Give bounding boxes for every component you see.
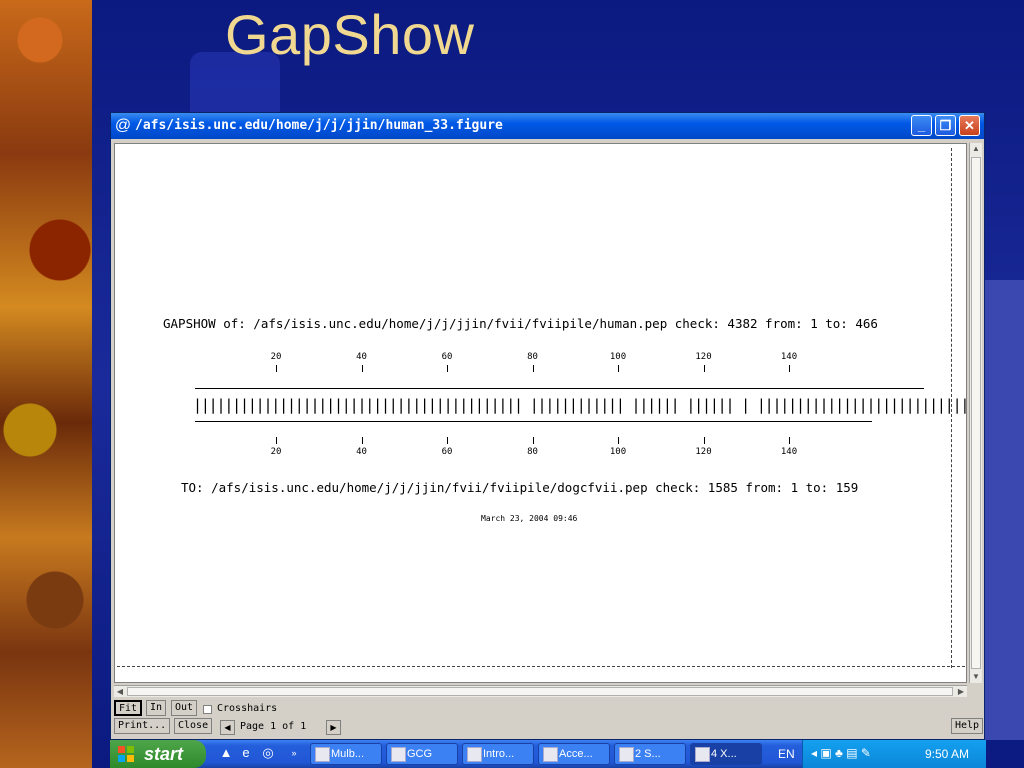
horizontal-scrollbar[interactable]: ◀ ▶ [114, 685, 967, 697]
group-icon [619, 747, 634, 762]
language-indicator[interactable]: EN [778, 747, 795, 761]
media-icon[interactable]: ◎ [260, 745, 276, 761]
task-label: 4 X... [711, 748, 737, 760]
crosshairs-label: Crosshairs [217, 703, 278, 714]
gapshow-header: GAPSHOW of: /afs/isis.unc.edu/home/j/j/j… [163, 316, 878, 331]
gapshow-footer: TO: /afs/isis.unc.edu/home/j/j/jjin/fvii… [181, 480, 859, 495]
top-tick-label: 40 [356, 352, 367, 362]
top-tick-label: 60 [441, 352, 453, 362]
bottom-tick-mark [618, 437, 619, 444]
bottom-tick-label: 140 [780, 447, 798, 457]
scroll-right-arrow-icon[interactable]: ▶ [955, 686, 967, 697]
top-tick-mark [447, 365, 448, 372]
minimize-button[interactable]: _ [911, 115, 932, 136]
bottom-tick-label: 60 [441, 447, 453, 457]
horizontal-scroll-thumb[interactable] [127, 687, 953, 696]
task-label: GCG [407, 748, 433, 760]
folder-icon [391, 747, 406, 762]
bottom-tick-label: 20 [270, 447, 282, 457]
task-label: 2 S... [635, 748, 661, 760]
quicklaunch-app-icon[interactable]: ▲ [218, 745, 234, 761]
scroll-left-arrow-icon[interactable]: ◀ [114, 686, 126, 697]
top-tick-label: 100 [609, 352, 627, 362]
scroll-up-arrow-icon[interactable]: ▲ [970, 143, 982, 155]
top-sequence-line [195, 388, 924, 389]
task-button-mulb[interactable]: Mulb... [310, 743, 382, 765]
start-button[interactable]: start [110, 740, 206, 768]
print-button[interactable]: Print... [114, 718, 171, 734]
bottom-tick-mark [276, 437, 277, 444]
taskbar: start ▲ e ◎ » Mulb... GCG Intro... Acce.… [110, 740, 986, 768]
zoom-in-button[interactable]: In [146, 700, 167, 716]
decorative-gear-strip [0, 0, 92, 768]
windows-logo-icon [118, 746, 134, 762]
close-button[interactable]: Close [174, 718, 213, 734]
bottom-tick-label: 40 [356, 447, 367, 457]
next-page-arrow-icon[interactable]: ▶ [326, 720, 341, 735]
top-tick-label: 120 [695, 352, 712, 362]
figure-canvas: GAPSHOW of: /afs/isis.unc.edu/home/j/j/j… [114, 143, 967, 683]
top-tick-label: 140 [780, 352, 798, 362]
start-label: start [144, 744, 184, 764]
bottom-tick-mark [532, 437, 534, 444]
ie-icon[interactable]: e [238, 745, 254, 761]
system-tray: ◂ ▣ ♣ ▤ ✎ 9:50 AM [802, 740, 986, 768]
alignment-bars: ||||||||||||||||||||||||||||||||||||||||… [193, 396, 967, 414]
fit-button[interactable]: Fit [114, 700, 143, 716]
background-block [985, 280, 1024, 740]
page-indicator: Page 1 of 1 [240, 721, 307, 732]
bottom-tick-label: 120 [695, 447, 712, 457]
top-tick-mark [361, 365, 363, 372]
top-tick-label: 20 [270, 352, 282, 362]
scroll-down-arrow-icon[interactable]: ▼ [970, 671, 982, 683]
vertical-scrollbar[interactable]: ▲ ▼ [969, 143, 982, 683]
crosshairs-checkbox[interactable] [203, 705, 212, 714]
previous-page-arrow-icon[interactable]: ◀ [220, 720, 235, 735]
top-tick-mark [276, 365, 277, 372]
figure-date: March 23, 2004 09:46 [481, 514, 578, 523]
tray-icons[interactable]: ◂ ▣ ♣ ▤ ✎ [811, 746, 871, 760]
word-doc-icon [467, 747, 482, 762]
top-tick-mark [618, 365, 619, 372]
bottom-tick-mark [703, 437, 705, 444]
task-button-gcg[interactable]: GCG [386, 743, 458, 765]
top-tick-mark [532, 365, 534, 372]
task-label: Mulb... [331, 748, 365, 760]
close-window-button[interactable]: ✕ [959, 115, 980, 136]
maximize-button[interactable]: ❐ [935, 115, 956, 136]
task-label: Intro... [483, 748, 515, 760]
task-app-icon [315, 747, 330, 762]
task-button-acce[interactable]: Acce... [538, 743, 610, 765]
zoom-out-button[interactable]: Out [171, 700, 198, 716]
slide-title: GapShow [225, 3, 475, 66]
clock[interactable]: 9:50 AM [925, 747, 969, 761]
bottom-tick-mark [361, 437, 363, 444]
bottom-tick-mark [789, 437, 790, 444]
access-icon [543, 747, 558, 762]
top-tick-label: 80 [527, 352, 538, 362]
task-button-intro[interactable]: Intro... [462, 743, 534, 765]
top-tick-mark [789, 365, 790, 372]
bottom-tick-mark [447, 437, 448, 444]
bottom-sequence-line [195, 421, 872, 422]
vertical-scroll-thumb[interactable] [971, 157, 981, 669]
quicklaunch-more-icon[interactable]: » [286, 745, 302, 761]
help-button[interactable]: Help [951, 718, 984, 734]
task-button-group-2[interactable]: 2 S... [614, 743, 686, 765]
top-tick-mark [703, 365, 705, 372]
bottom-tick-label: 80 [527, 447, 538, 457]
window-title: /afs/isis.unc.edu/home/j/j/jjin/human_33… [135, 118, 503, 133]
figure-window: @ /afs/isis.unc.edu/home/j/j/jjin/human_… [110, 112, 985, 740]
window-titlebar[interactable]: @ /afs/isis.unc.edu/home/j/j/jjin/human_… [111, 113, 984, 139]
page-boundary-horizontal [117, 666, 965, 667]
task-button-group-4[interactable]: 4 X... [690, 743, 762, 765]
x-app-icon [695, 747, 710, 762]
task-label: Acce... [559, 748, 593, 760]
bottom-tick-label: 100 [609, 447, 627, 457]
app-icon: @ [114, 117, 132, 134]
